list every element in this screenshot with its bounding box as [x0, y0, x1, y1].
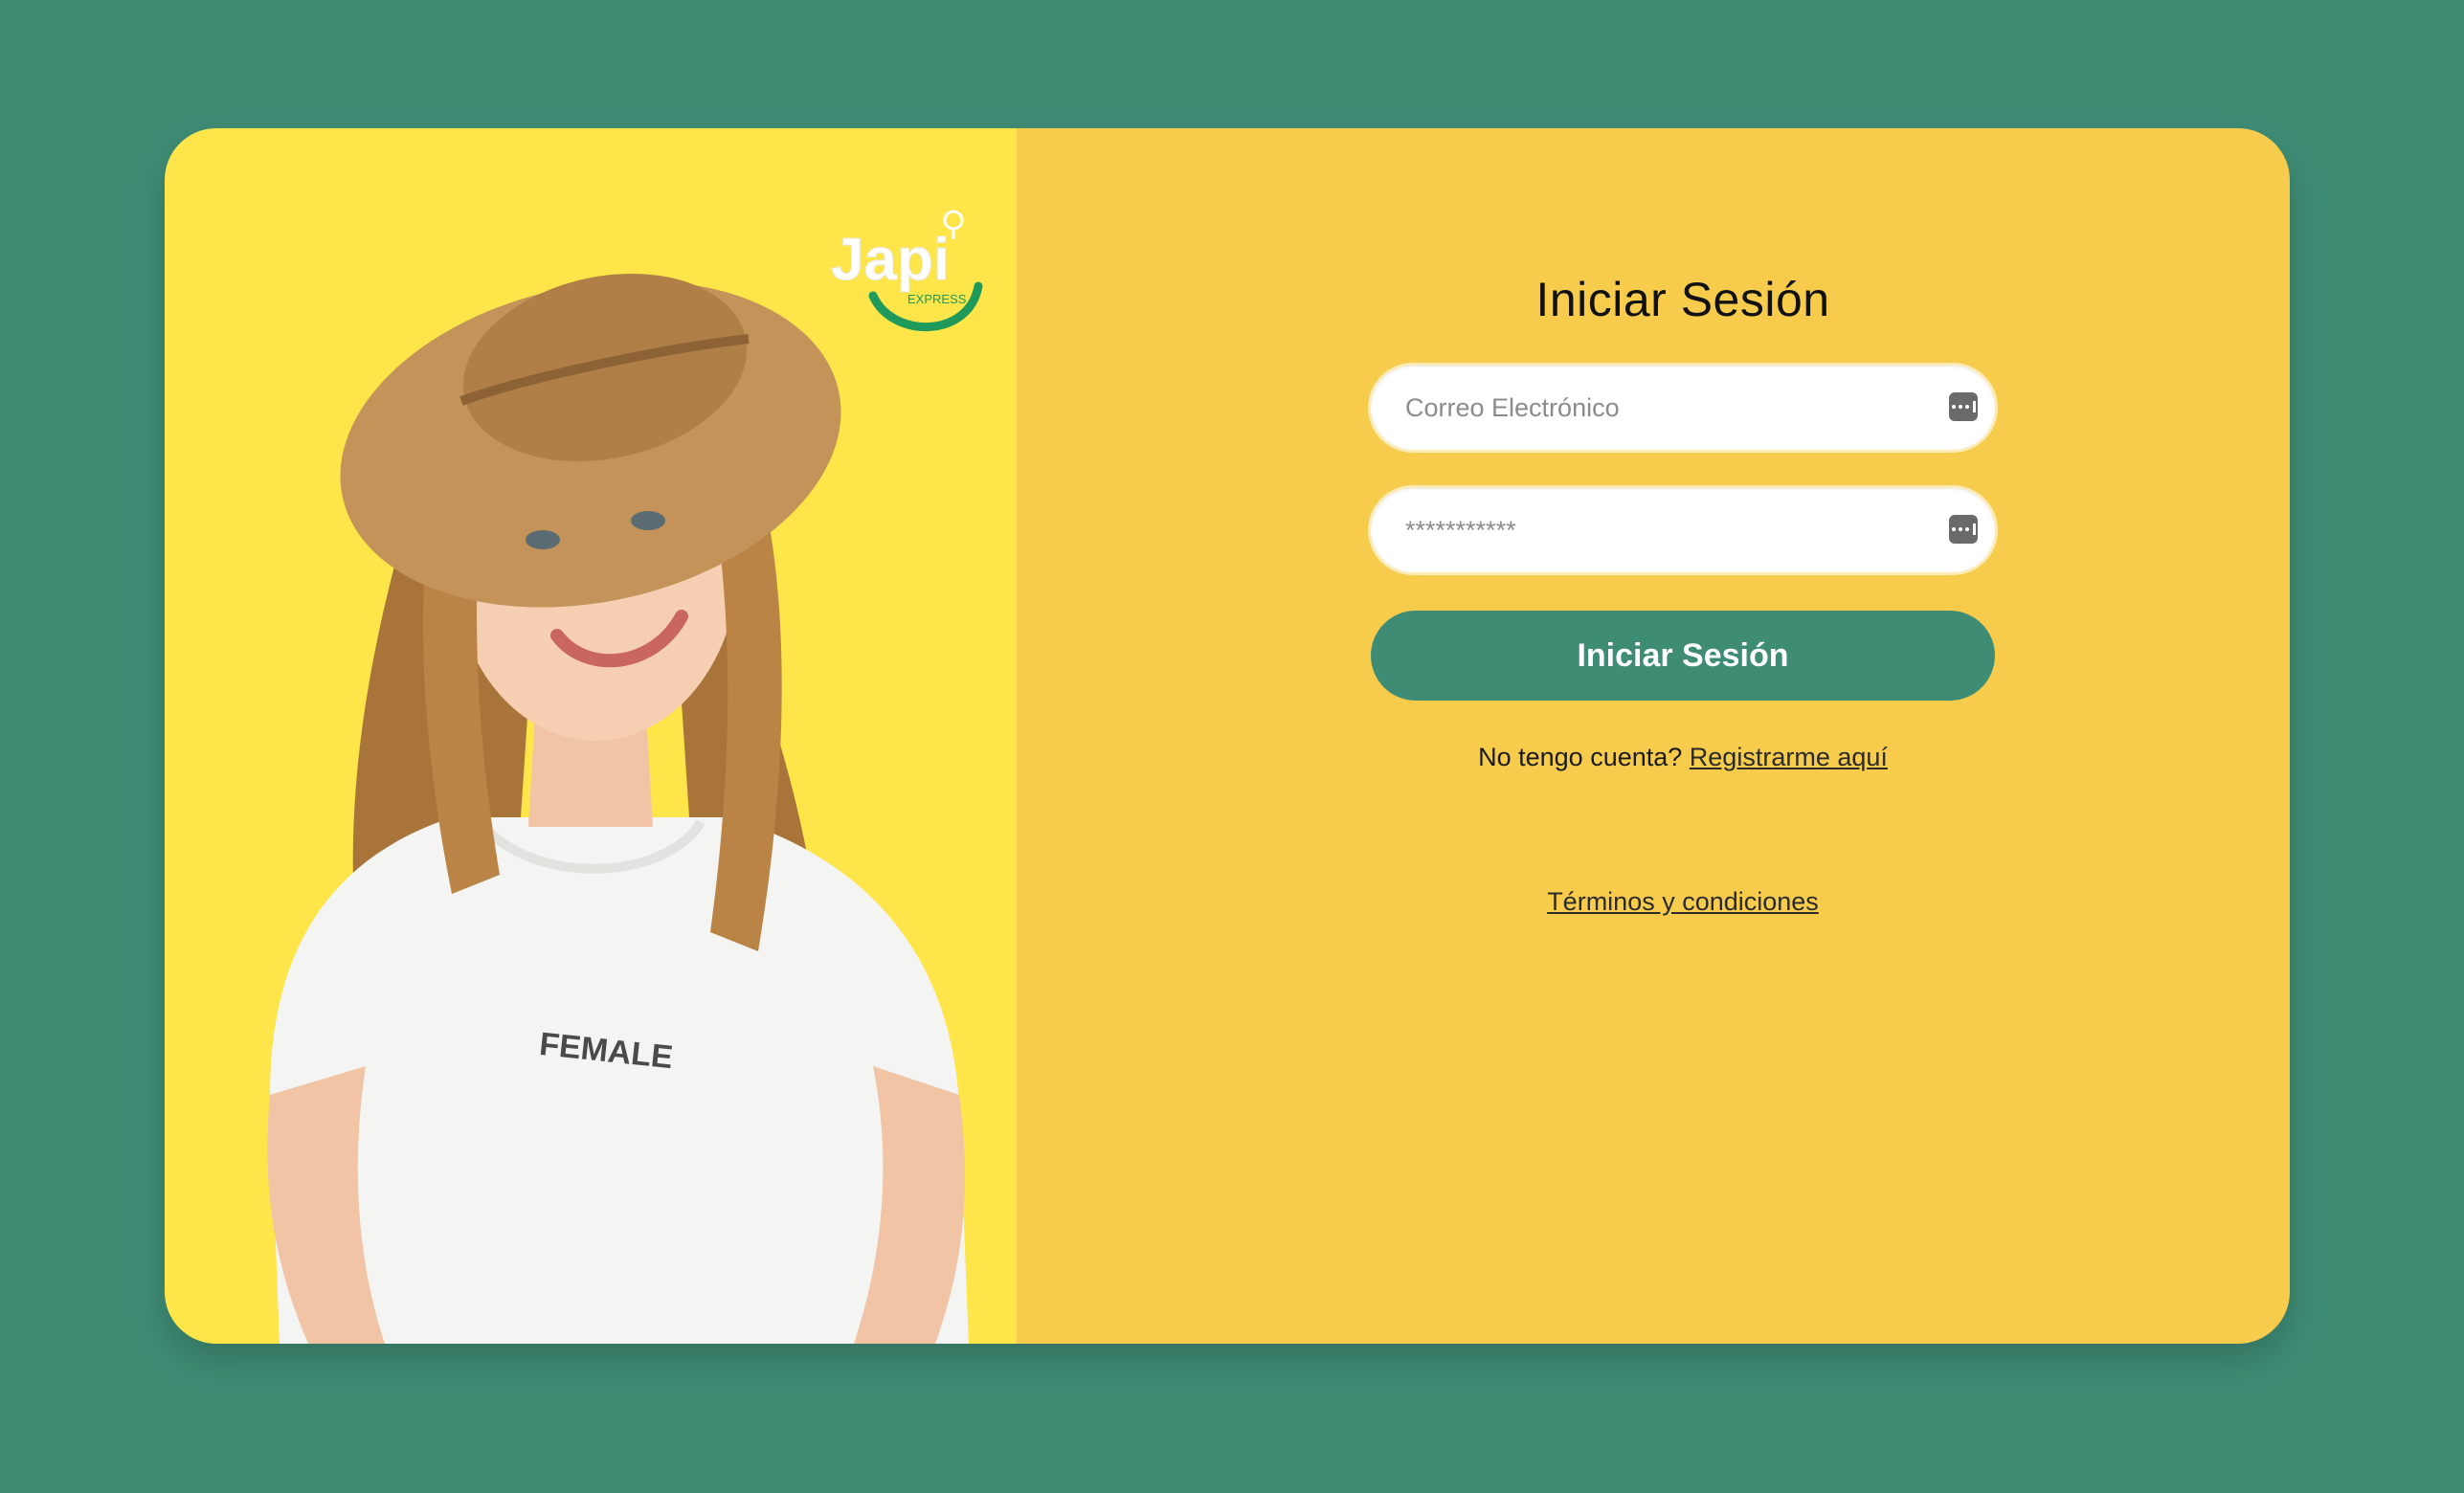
login-title: Iniciar Sesión: [1535, 273, 1830, 326]
login-submit-button[interactable]: Iniciar Sesión: [1371, 611, 1995, 701]
password-manager-key-icon[interactable]: [1949, 392, 1978, 421]
no-account-text: No tengo cuenta?: [1478, 743, 1683, 771]
login-card: FEMALE Japi EXPRESS Iniciar Sesión Corre…: [165, 128, 2290, 1344]
password-manager-key-icon[interactable]: [1949, 515, 1978, 544]
register-link[interactable]: Registrarme aquí: [1690, 743, 1888, 771]
location-pin-icon: [943, 210, 964, 231]
terms-link[interactable]: Términos y condiciones: [1547, 887, 1819, 916]
logo-subtext: EXPRESS: [907, 292, 967, 306]
password-field-wrapper: [1371, 488, 1995, 572]
terms-row: Términos y condiciones: [1371, 887, 1995, 917]
email-field-wrapper: [1371, 366, 1995, 450]
hero-panel: FEMALE Japi EXPRESS: [165, 128, 1017, 1344]
login-panel: Iniciar Sesión Iniciar Sesión No tengo c…: [1017, 128, 2290, 1344]
login-form: Iniciar Sesión Iniciar Sesión No tengo c…: [1371, 272, 1995, 917]
email-input[interactable]: [1371, 366, 1995, 450]
logo-wordmark: Japi: [831, 227, 950, 293]
password-input[interactable]: [1371, 488, 1995, 572]
register-row: No tengo cuenta? Registrarme aquí: [1371, 743, 1995, 772]
japi-express-logo: Japi EXPRESS: [831, 210, 983, 331]
